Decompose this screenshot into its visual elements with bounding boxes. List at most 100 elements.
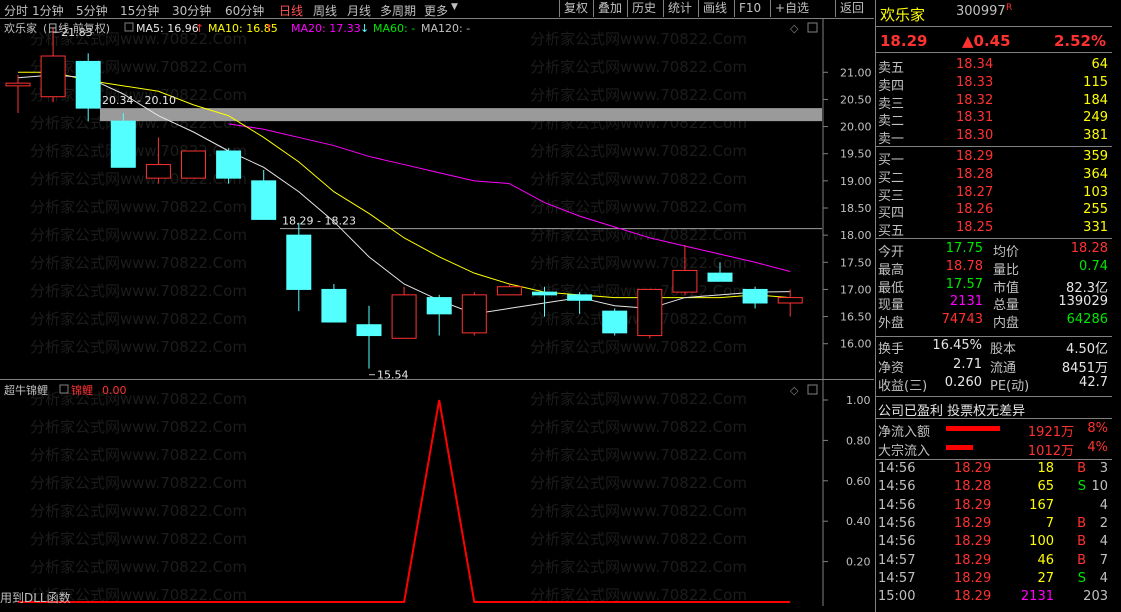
toolbar-button-0[interactable]: 复权 (559, 0, 592, 17)
ask-price: 18.34 (956, 57, 994, 72)
toolbar-button-6[interactable]: +自选 (770, 0, 813, 17)
period-tab-2[interactable]: 5分钟 (76, 2, 108, 19)
quote-row: 最高 18.78 量比 0.74 (876, 258, 1112, 278)
indicator-tick-label-4: 0.20 (846, 556, 871, 569)
watermark-6-0: 分析家公式网www.70822.Com (30, 198, 247, 216)
tick-price: 18.29 (954, 497, 992, 513)
indicator-tick-label-3: 0.40 (846, 515, 871, 528)
fundamental-value: 2.71 (953, 356, 982, 372)
indicator-diamond-icon[interactable]: ◇ (790, 384, 799, 397)
bid-volume: 331 (1083, 220, 1108, 236)
toolbar-button-2[interactable]: 历史 (627, 0, 660, 17)
watermark-5-0: 分析家公式网www.70822.Com (30, 170, 247, 188)
price-tick-label-10: 16.00 (840, 338, 872, 351)
tick-count: 203 (1083, 589, 1108, 605)
candle-body-21 (742, 288, 768, 304)
indicator-chart[interactable]: 分析家公式网www.70822.Com 分析家公式网www.70822.Com 分析… (0, 380, 874, 606)
candle-17 (602, 308, 628, 336)
tick-side: B (1077, 515, 1086, 531)
quote-value: 18.78 (945, 258, 983, 274)
candle-body-6 (216, 150, 242, 179)
price-tick-label-4: 19.00 (840, 175, 872, 188)
indicator-maximize-icon[interactable] (807, 384, 818, 395)
candle-body-15 (532, 291, 557, 296)
ask-price: 18.32 (956, 92, 994, 108)
toolbar-button-3[interactable]: 统计 (663, 0, 696, 17)
ma120-label: MA120: - (421, 22, 470, 35)
fundamental-value: 0.260 (944, 375, 982, 390)
panel-divider-flow (876, 418, 1112, 419)
toolbar-button-4[interactable]: 画线 (698, 0, 731, 17)
tick-side: S (1077, 570, 1086, 586)
quote-panel: 欢乐家 300997 R 18.29 ▲0.45 2.52% 卖五 18.34 64 卖四 18.3… (875, 0, 1121, 612)
ma60-label: MA60: - (373, 22, 415, 35)
diamond-icon[interactable]: ◇ (790, 22, 799, 35)
fundamental-row: 换手 16.45% 股本 4.50亿 (876, 337, 1112, 357)
fundamental-value: 16.45% (932, 338, 982, 353)
ask-row: 卖四 18.33 115 (876, 74, 1112, 94)
ma10-up-arrow-icon: ↑ (264, 22, 273, 35)
toolbar-button-7[interactable]: 返回 (835, 0, 868, 17)
price-tick-label-1: 20.50 (840, 93, 872, 106)
period-tab-0[interactable]: 分时 (4, 2, 28, 19)
period-tab-8[interactable]: 月线 (347, 2, 371, 19)
period-tab-10[interactable]: 更多 (424, 2, 448, 19)
indicator-svg: 分析家公式网www.70822.Com 分析家公式网www.70822.Com 分析… (4, 380, 871, 606)
tick-price: 18.29 (954, 570, 992, 586)
candle-body-22 (777, 297, 803, 304)
kline-chart[interactable]: 分析家公式网www.70822.Com 分析家公式网www.70822.Com 分析… (0, 18, 874, 382)
sub-watermark-2-0: 分析家公式网www.70822.Com (30, 446, 247, 464)
candle-body-3 (110, 120, 136, 168)
ask-volume: 381 (1083, 128, 1108, 144)
bid-row: 买二 18.28 364 (876, 166, 1112, 186)
sub-watermark-1-0: 分析家公式网www.70822.Com (30, 418, 247, 436)
sub-watermark-4-1: 分析家公式网www.70822.Com (530, 502, 747, 520)
period-tab-6[interactable]: 日线 (279, 2, 303, 19)
candle-body-14 (496, 286, 522, 296)
bid-row: 买三 18.27 103 (876, 184, 1112, 204)
watermark-10-0: 分析家公式网www.70822.Com (30, 310, 247, 328)
candle-body-0 (5, 82, 31, 87)
ask-row: 卖五 18.34 64 (876, 56, 1112, 76)
tick-time: 14:56 (878, 515, 916, 531)
quote-label: 外盘 (878, 316, 905, 332)
panel-divider-notice (876, 396, 1112, 397)
tick-count: 10 (1091, 479, 1108, 495)
tick-time: 14:57 (878, 552, 916, 568)
bid-price: 18.28 (956, 166, 994, 182)
sub-watermark-3-1: 分析家公式网www.70822.Com (530, 474, 747, 492)
period-tab-3[interactable]: 15分钟 (120, 2, 159, 19)
price-change-pct: 2.52% (1053, 32, 1106, 50)
tick-volume: 167 (1029, 497, 1054, 513)
toolbar-button-1[interactable]: 叠加 (593, 0, 626, 17)
period-tab-1[interactable]: 1分钟 (32, 2, 64, 19)
quote-label-2: 内盘 (993, 316, 1020, 332)
tick-time: 14:56 (878, 534, 916, 550)
watermark-4-0: 分析家公式网www.70822.Com (30, 142, 247, 160)
period-tab-5[interactable]: 60分钟 (225, 2, 264, 19)
watermark-4-1: 分析家公式网www.70822.Com (530, 142, 747, 160)
period-tab-4[interactable]: 30分钟 (172, 2, 211, 19)
candle-body-19 (672, 269, 698, 293)
period-tab-7[interactable]: 周线 (313, 2, 337, 19)
price-tick-label-3: 19.50 (840, 148, 872, 161)
period-tab-9[interactable]: 多周期 (380, 2, 416, 19)
tick-price: 18.29 (954, 515, 992, 531)
tick-side: B (1077, 552, 1086, 568)
quote-value: 17.57 (945, 276, 983, 292)
tick-row: 14:56 18.29 167 4 (876, 497, 1112, 515)
maximize-icon[interactable] (807, 22, 818, 33)
more-dropdown-icon[interactable]: ▼ (451, 2, 458, 12)
tick-volume: 46 (1037, 552, 1054, 568)
tick-time: 14:57 (878, 570, 916, 586)
panel-divider-title (876, 26, 1112, 27)
bid-price: 18.26 (956, 202, 994, 218)
tick-row: 14:56 18.29 7 B 2 (876, 515, 1112, 533)
fundamental-value-2: 4.50亿 (1066, 342, 1108, 357)
watermark-11-1: 分析家公式网www.70822.Com (530, 338, 747, 356)
price-tick-label-6: 18.00 (840, 229, 872, 242)
toolbar-button-5[interactable]: F10 (734, 0, 765, 17)
ask-volume: 249 (1083, 110, 1108, 126)
tick-row: 14:56 18.29 18 B 3 (876, 460, 1112, 478)
tick-volume: 100 (1029, 534, 1054, 550)
